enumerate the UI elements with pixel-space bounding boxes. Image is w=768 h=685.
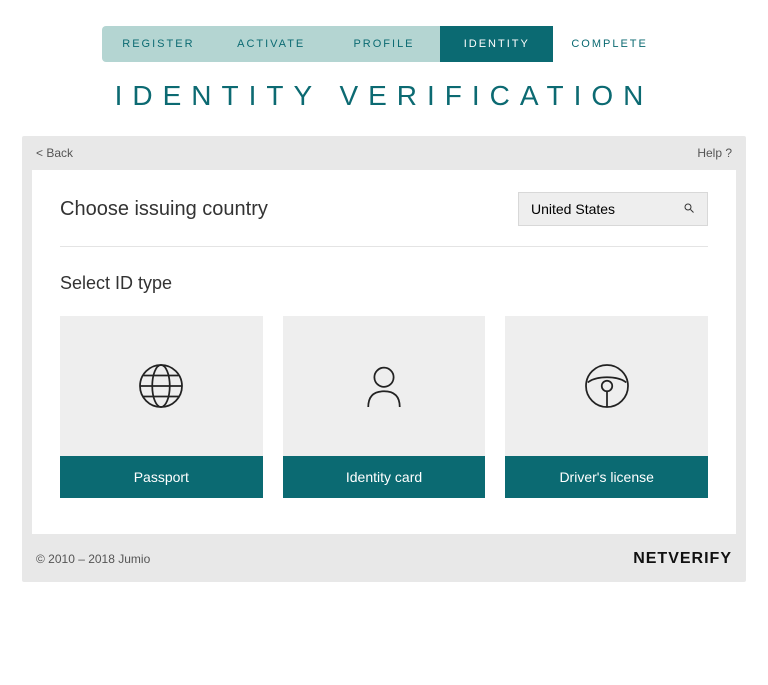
help-link[interactable]: Help ? [697, 146, 732, 160]
choose-country-heading: Choose issuing country [60, 198, 268, 221]
person-icon [283, 316, 486, 456]
country-selector[interactable]: United States [518, 192, 708, 226]
verification-panel: < Back Help ? Choose issuing country Uni… [22, 136, 746, 582]
step-complete[interactable]: COMPLETE [553, 26, 666, 62]
back-link[interactable]: < Back [36, 146, 73, 160]
country-value: United States [531, 201, 615, 217]
copyright-text: © 2010 – 2018 Jumio [36, 552, 150, 566]
page-title: IDENTITY VERIFICATION [22, 80, 746, 112]
progress-stepper: REGISTER ACTIVATE PROFILE IDENTITY COMPL… [102, 26, 666, 62]
card-label: Passport [60, 456, 263, 498]
id-card-passport[interactable]: Passport [60, 316, 263, 498]
step-register[interactable]: REGISTER [102, 26, 215, 62]
card-label: Driver's license [505, 456, 708, 498]
step-identity[interactable]: IDENTITY [440, 26, 553, 62]
steering-wheel-icon [505, 316, 708, 456]
step-profile[interactable]: PROFILE [328, 26, 441, 62]
search-icon [683, 201, 695, 217]
id-card-identity[interactable]: Identity card [283, 316, 486, 498]
card-label: Identity card [283, 456, 486, 498]
select-id-heading: Select ID type [60, 273, 708, 294]
globe-icon [60, 316, 263, 456]
brand-logo: NETVERIFY [633, 550, 732, 568]
step-activate[interactable]: ACTIVATE [215, 26, 328, 62]
id-card-drivers-license[interactable]: Driver's license [505, 316, 708, 498]
